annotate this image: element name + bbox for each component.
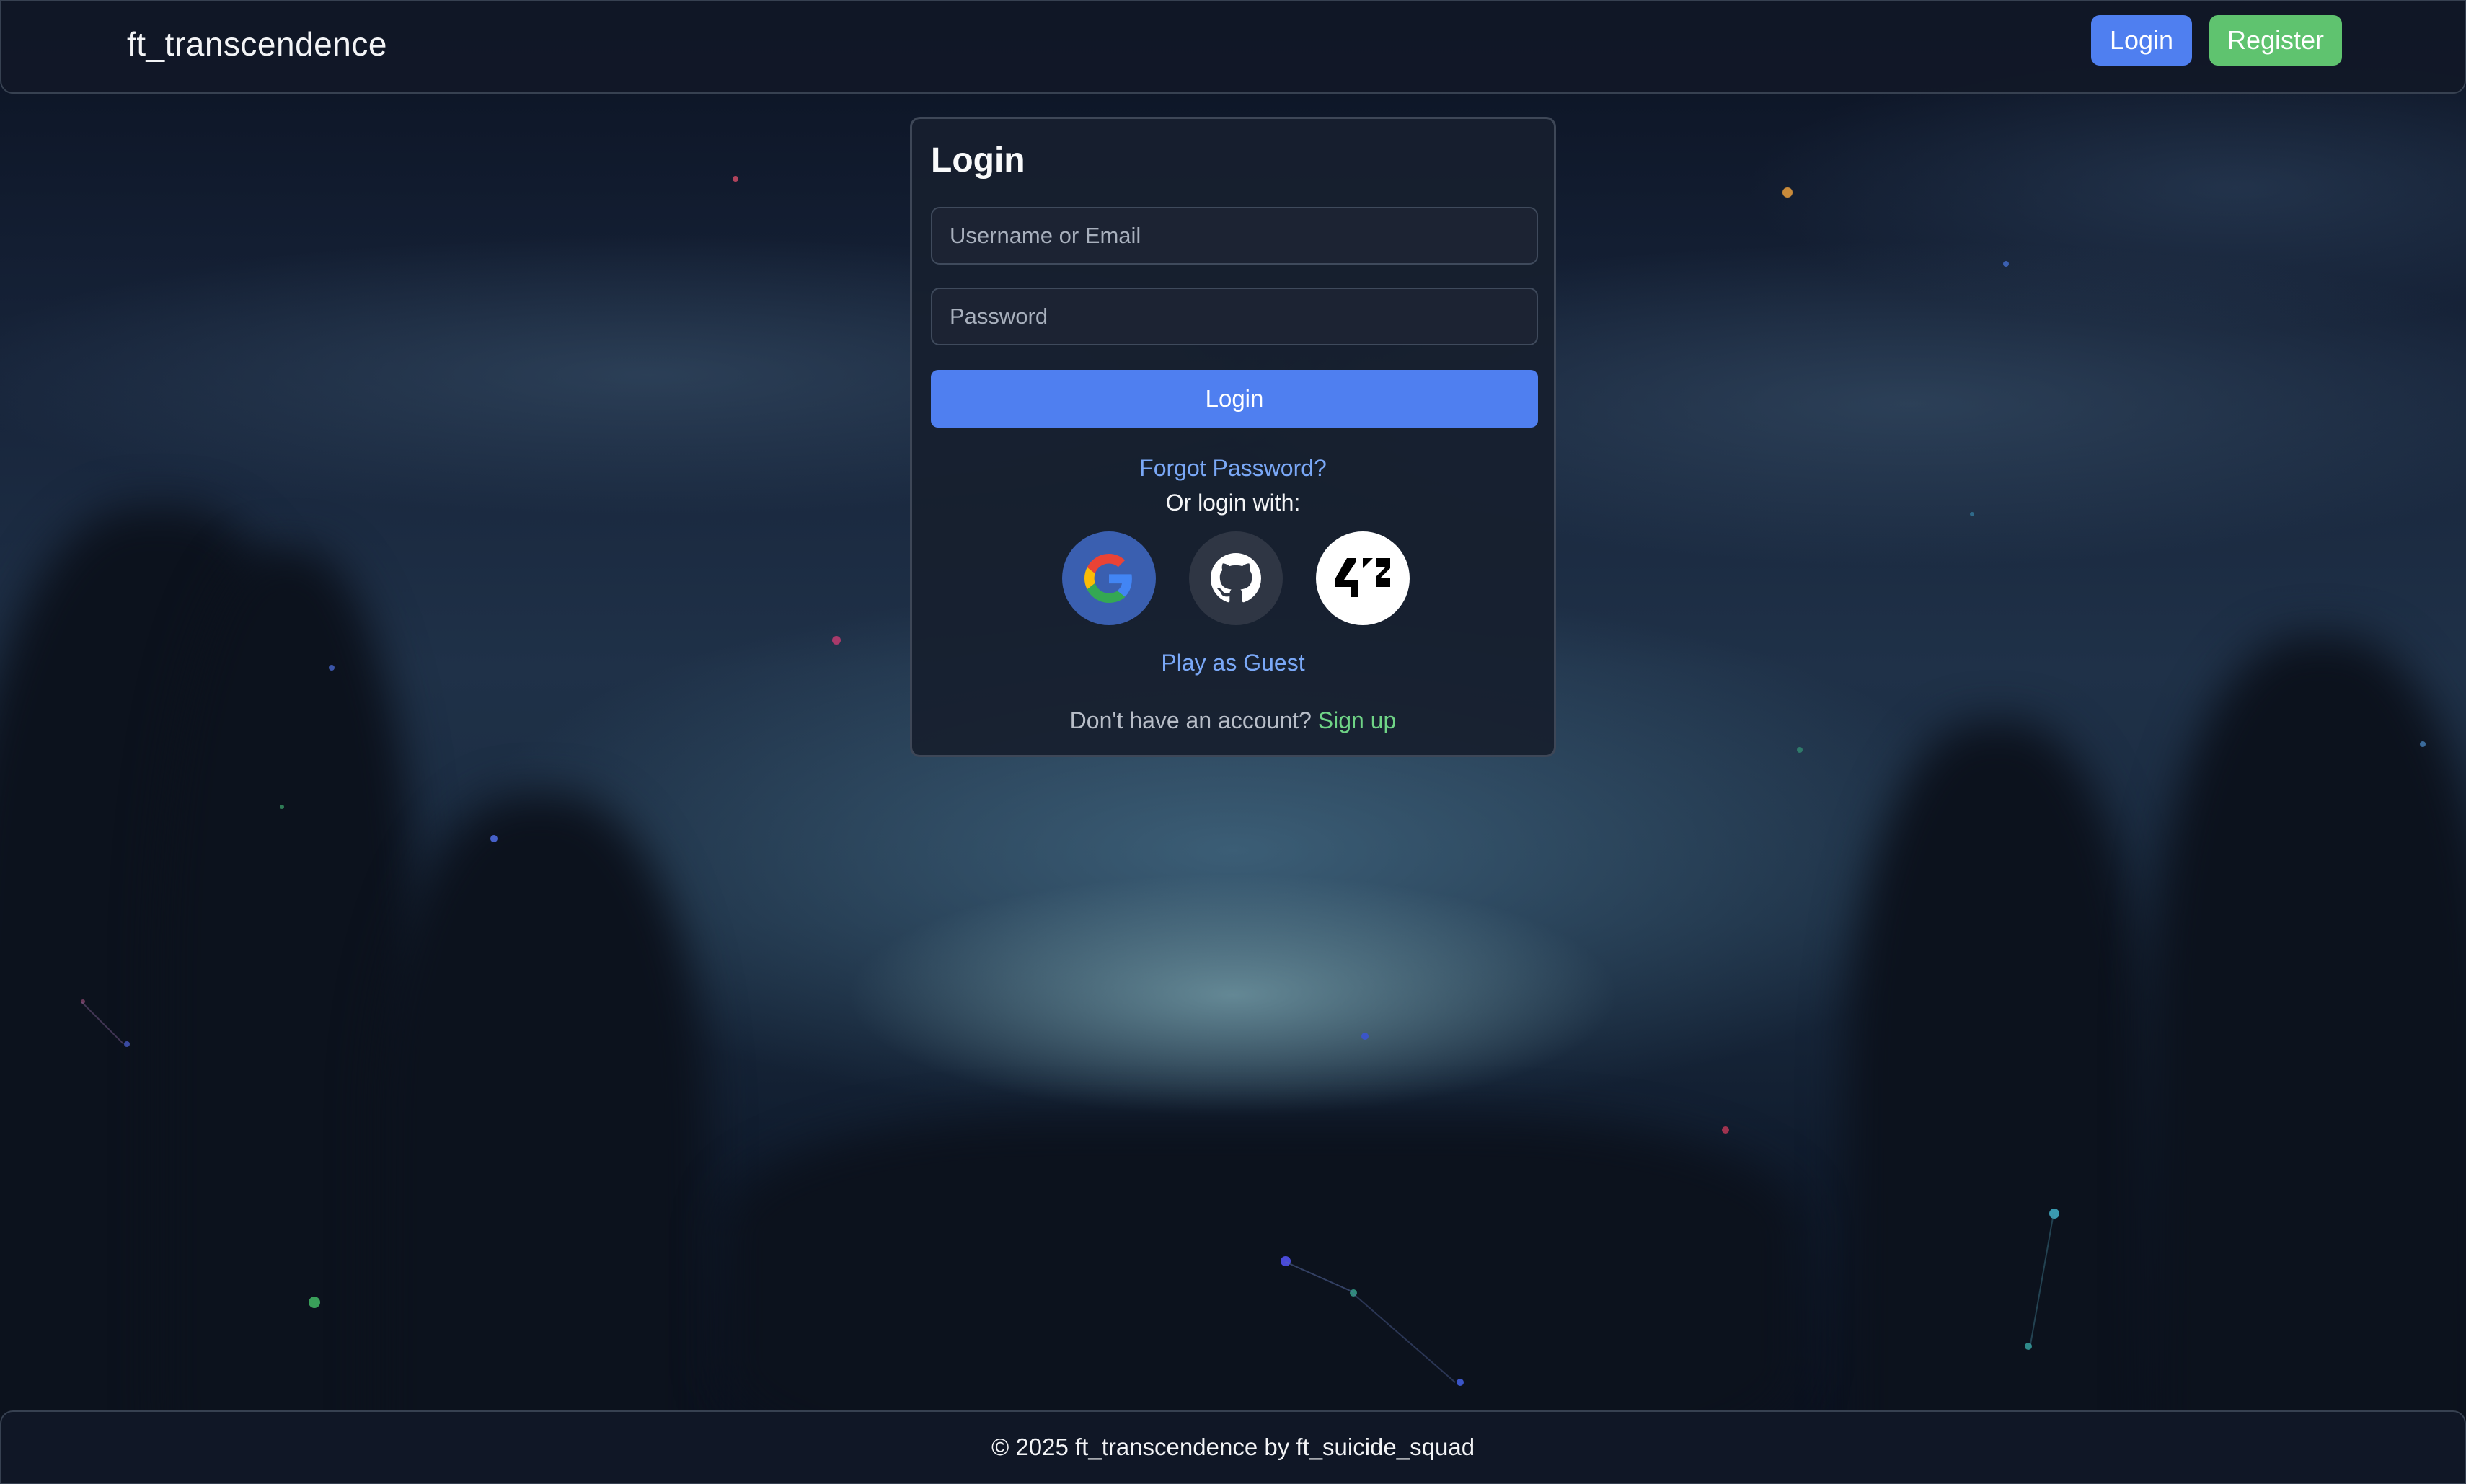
username-email-input[interactable]	[931, 207, 1538, 265]
particle	[832, 636, 841, 645]
google-icon	[1084, 554, 1132, 603]
no-account-text: Don't have an account?	[1069, 707, 1312, 733]
github-icon	[1211, 553, 1261, 603]
particle	[2049, 1209, 2059, 1219]
github-login-button[interactable]	[1189, 531, 1283, 625]
particle	[2003, 261, 2009, 267]
particle	[1457, 1379, 1464, 1386]
particle	[733, 176, 738, 182]
login-card: Login Login Forgot Password? Or login wi…	[910, 117, 1556, 757]
play-as-guest-link[interactable]: Play as Guest	[912, 650, 1554, 676]
nav-register-button[interactable]: Register	[2209, 15, 2342, 66]
nav-login-button[interactable]: Login	[2091, 15, 2192, 66]
password-input[interactable]	[931, 288, 1538, 345]
signup-link[interactable]: Sign up	[1318, 707, 1397, 733]
forgot-password-link[interactable]: Forgot Password?	[912, 455, 1554, 482]
footer-copyright: © 2025 ft_transcendence by ft_suicide_sq…	[991, 1434, 1475, 1460]
login-title: Login	[931, 141, 1025, 180]
particle	[124, 1041, 130, 1047]
particle	[329, 665, 335, 671]
tree-silhouette	[2149, 635, 2466, 1484]
particle	[309, 1297, 320, 1308]
tree-silhouette	[375, 793, 707, 1484]
brand-title[interactable]: ft_transcendence	[127, 25, 387, 63]
signup-row: Don't have an account? Sign up	[912, 707, 1554, 734]
login-submit-button[interactable]: Login	[931, 370, 1538, 428]
app-page: ft_transcendence Login Register Login Lo…	[0, 0, 2466, 1484]
social-login-group	[912, 531, 1554, 625]
page-footer: © 2025 ft_transcendence by ft_suicide_sq…	[0, 1410, 2466, 1484]
particle	[490, 835, 498, 842]
particle	[1797, 747, 1803, 753]
particle	[1782, 187, 1793, 198]
particle	[2420, 741, 2426, 747]
particle	[1970, 512, 1974, 516]
particle	[280, 805, 284, 809]
fortytwo-login-button[interactable]	[1316, 531, 1410, 625]
42-icon	[1335, 558, 1390, 597]
or-login-with-label: Or login with:	[1165, 490, 1301, 516]
tree-silhouette	[1846, 721, 2149, 1484]
particle	[1361, 1033, 1369, 1040]
particle	[1722, 1126, 1729, 1134]
google-login-button[interactable]	[1062, 531, 1156, 625]
top-navbar: ft_transcendence Login Register	[0, 0, 2466, 94]
